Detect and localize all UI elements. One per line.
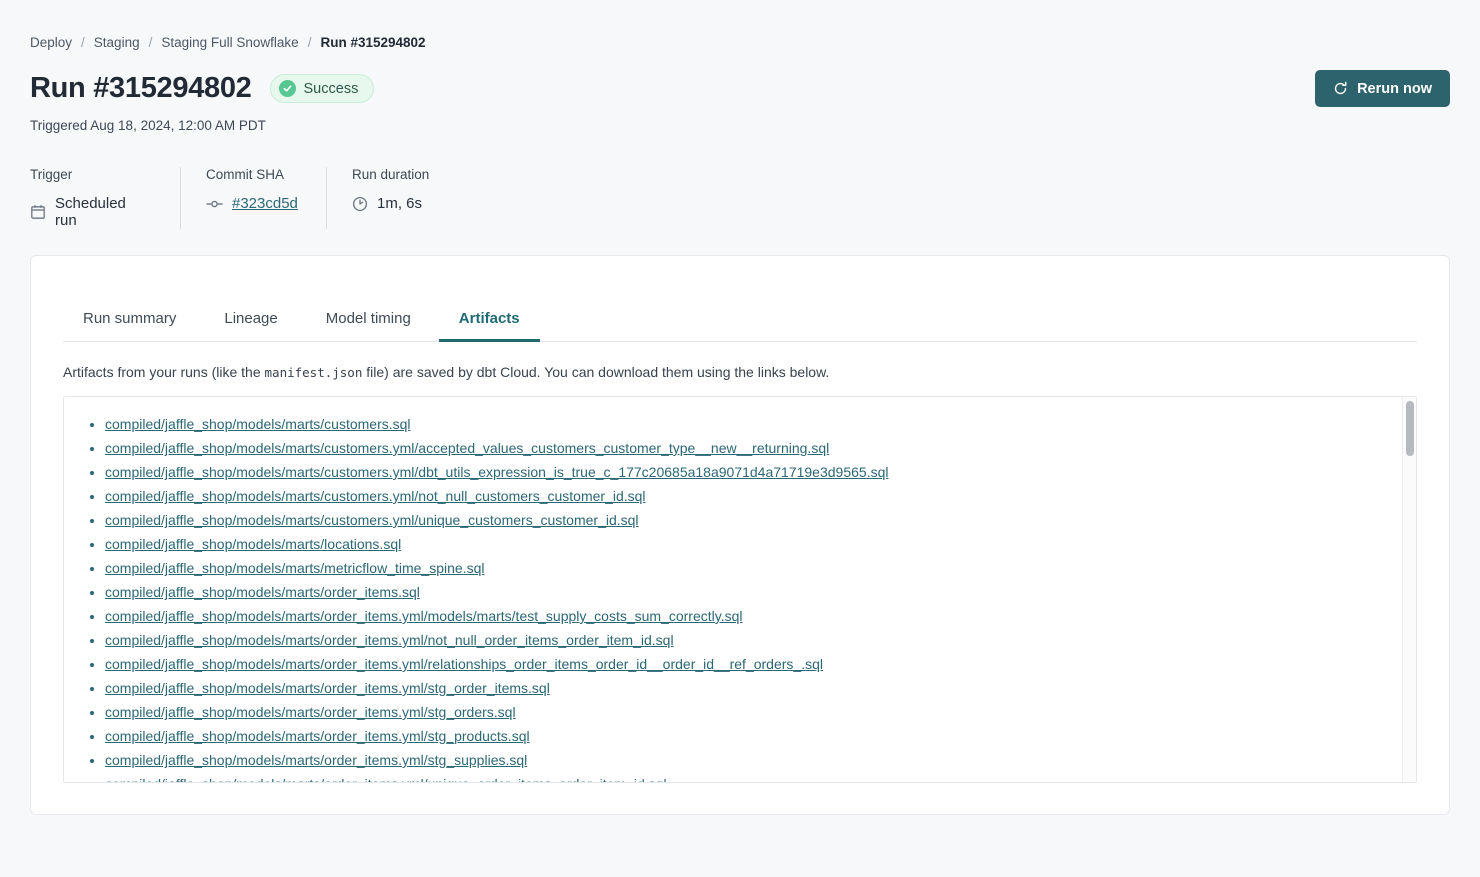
breadcrumb: Deploy / Staging / Staging Full Snowflak… [30,35,1450,50]
run-content-card: Run summary Lineage Model timing Artifac… [30,255,1450,815]
duration-detail: Run duration 1m, 6s [327,167,459,229]
breadcrumb-staging[interactable]: Staging [94,35,140,50]
artifact-link[interactable]: compiled/jaffle_shop/models/marts/order_… [105,728,530,744]
artifact-link[interactable]: compiled/jaffle_shop/models/marts/custom… [105,416,411,432]
breadcrumb-deploy[interactable]: Deploy [30,35,72,50]
tab-artifacts[interactable]: Artifacts [439,300,540,341]
tab-bar: Run summary Lineage Model timing Artifac… [63,300,1417,342]
artifact-list-item: compiled/jaffle_shop/models/marts/custom… [105,460,1396,484]
artifact-list-item-partial: compiled/jaffle_shop/models/marts/order_… [105,772,1396,783]
artifact-list-item: compiled/jaffle_shop/models/marts/order_… [105,604,1396,628]
page-title: Run #315294802 [30,72,252,105]
status-badge: Success [270,74,375,103]
artifacts-description-prefix: Artifacts from your runs (like the [63,364,265,380]
trigger-value: Scheduled run [55,195,150,229]
run-detail-page: Deploy / Staging / Staging Full Snowflak… [0,35,1480,815]
artifact-list-item: compiled/jaffle_shop/models/marts/order_… [105,724,1396,748]
tab-run-summary[interactable]: Run summary [63,300,196,341]
artifact-link[interactable]: compiled/jaffle_shop/models/marts/order_… [105,752,527,768]
rerun-now-button[interactable]: Rerun now [1315,70,1450,107]
artifact-list-item: compiled/jaffle_shop/models/marts/custom… [105,412,1396,436]
artifact-link[interactable]: compiled/jaffle_shop/models/marts/order_… [105,704,516,720]
artifact-link[interactable]: compiled/jaffle_shop/models/marts/custom… [105,488,646,504]
artifact-link[interactable]: compiled/jaffle_shop/models/marts/custom… [105,440,829,456]
artifact-link[interactable]: compiled/jaffle_shop/models/marts/order_… [105,608,743,624]
artifact-link[interactable]: compiled/jaffle_shop/models/marts/custom… [105,512,639,528]
artifact-list-item: compiled/jaffle_shop/models/marts/order_… [105,628,1396,652]
trigger-detail: Trigger Scheduled run [30,167,181,229]
rerun-now-label: Rerun now [1357,81,1432,97]
commit-detail: Commit SHA #323cd5d [181,167,327,229]
trigger-label: Trigger [30,167,150,182]
check-icon [279,80,296,97]
artifact-link[interactable]: compiled/jaffle_shop/models/marts/order_… [105,776,667,783]
artifact-list-item: compiled/jaffle_shop/models/marts/order_… [105,652,1396,676]
artifact-list-item: compiled/jaffle_shop/models/marts/order_… [105,580,1396,604]
manifest-json-code: manifest.json [265,365,363,380]
run-duration-value: 1m, 6s [377,195,422,212]
calendar-icon [30,204,46,220]
breadcrumb-job[interactable]: Staging Full Snowflake [161,35,298,50]
artifact-link[interactable]: compiled/jaffle_shop/models/marts/custom… [105,464,888,480]
artifact-list-item: compiled/jaffle_shop/models/marts/custom… [105,508,1396,532]
breadcrumb-current-run: Run #315294802 [320,35,425,50]
commit-sha-link[interactable]: #323cd5d [232,195,298,212]
commit-icon [206,196,223,212]
artifact-link[interactable]: compiled/jaffle_shop/models/marts/order_… [105,656,823,672]
artifacts-description: Artifacts from your runs (like the manif… [63,364,1417,380]
refresh-icon [1333,81,1348,96]
scrollbar-track[interactable] [1402,397,1416,782]
artifact-list-item: compiled/jaffle_shop/models/marts/metric… [105,556,1396,580]
artifact-list-item: compiled/jaffle_shop/models/marts/order_… [105,748,1396,772]
run-details: Trigger Scheduled run Commit SHA #323cd5… [30,167,1450,229]
artifact-list-item: compiled/jaffle_shop/models/marts/order_… [105,700,1396,724]
artifact-list-container: compiled/jaffle_shop/models/marts/custom… [63,396,1417,783]
run-duration-label: Run duration [352,167,429,182]
tab-lineage[interactable]: Lineage [204,300,297,341]
artifact-list-item: compiled/jaffle_shop/models/marts/custom… [105,484,1396,508]
triggered-timestamp: Triggered Aug 18, 2024, 12:00 AM PDT [30,118,1450,133]
header: Run #315294802 Success Rerun now [30,70,1450,107]
tab-model-timing[interactable]: Model timing [306,300,431,341]
artifact-link[interactable]: compiled/jaffle_shop/models/marts/metric… [105,560,484,576]
breadcrumb-separator: / [81,35,85,50]
status-badge-label: Success [304,81,359,97]
artifact-list-item: compiled/jaffle_shop/models/marts/order_… [105,676,1396,700]
artifact-link[interactable]: compiled/jaffle_shop/models/marts/order_… [105,680,550,696]
breadcrumb-separator: / [149,35,153,50]
artifact-list: compiled/jaffle_shop/models/marts/custom… [64,397,1416,783]
artifact-list-item: compiled/jaffle_shop/models/marts/custom… [105,436,1396,460]
artifacts-description-suffix: file) are saved by dbt Cloud. You can do… [362,364,829,380]
artifact-link[interactable]: compiled/jaffle_shop/models/marts/order_… [105,584,420,600]
artifact-link[interactable]: compiled/jaffle_shop/models/marts/locati… [105,536,401,552]
artifact-list-item: compiled/jaffle_shop/models/marts/locati… [105,532,1396,556]
clock-icon [352,196,368,212]
breadcrumb-separator: / [308,35,312,50]
commit-sha-label: Commit SHA [206,167,296,182]
scrollbar-thumb[interactable] [1406,401,1414,456]
artifact-link[interactable]: compiled/jaffle_shop/models/marts/order_… [105,632,674,648]
